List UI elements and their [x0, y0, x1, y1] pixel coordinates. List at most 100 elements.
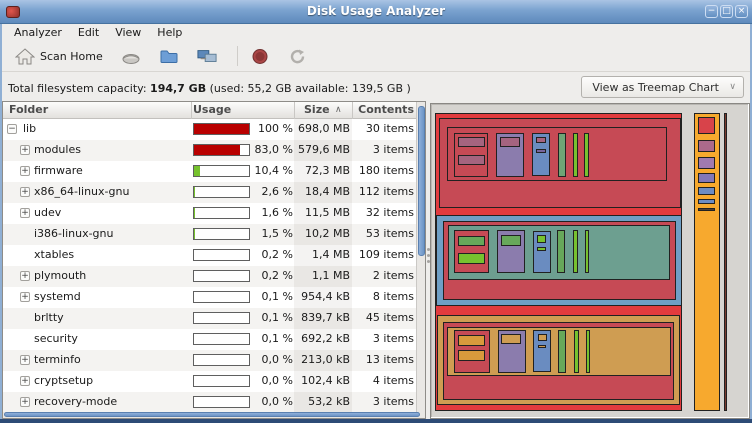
expand-icon[interactable]: + — [20, 397, 30, 407]
treemap-rect[interactable] — [538, 345, 546, 348]
usage-percent: 2,6 % — [249, 185, 293, 198]
horizontal-scrollbar-thumb[interactable] — [4, 412, 420, 417]
treemap-rect[interactable] — [558, 330, 566, 373]
treemap-rect[interactable] — [458, 155, 485, 165]
horizontal-scrollbar[interactable] — [3, 412, 425, 418]
treemap-rect[interactable] — [536, 137, 546, 143]
treemap-rect[interactable] — [557, 230, 565, 273]
treemap-rect[interactable] — [558, 133, 566, 177]
treemap-rect[interactable] — [538, 334, 547, 341]
stop-button[interactable] — [245, 46, 275, 67]
vertical-scrollbar-thumb[interactable] — [418, 106, 425, 256]
scan-remote-folder-icon — [197, 48, 217, 65]
usage-bar — [193, 396, 250, 408]
expand-icon[interactable]: + — [20, 376, 30, 386]
table-row-security[interactable]: security0,1 %692,2 kB3 items — [3, 329, 425, 350]
view-as-dropdown[interactable]: View as Treemap Chart ∨ — [581, 76, 744, 98]
treemap-rect[interactable] — [458, 253, 485, 264]
treemap-rect[interactable] — [698, 208, 715, 211]
expand-icon[interactable]: + — [20, 355, 30, 365]
treemap-rect[interactable] — [458, 137, 485, 147]
table-row-udev[interactable]: +udev1,6 %11,5 MB32 items — [3, 203, 425, 224]
size-value: 839,7 kB — [296, 311, 350, 324]
table-row-x86_64-linux-gnu[interactable]: +x86_64-linux-gnu2,6 %18,4 MB112 items — [3, 182, 425, 203]
treemap-rect[interactable] — [698, 117, 715, 134]
close-button[interactable]: × — [735, 5, 748, 18]
treemap-rect[interactable] — [698, 157, 715, 169]
expand-icon[interactable]: + — [20, 187, 30, 197]
table-row-xtables[interactable]: xtables0,2 %1,4 MB109 items — [3, 245, 425, 266]
collapse-icon[interactable]: − — [7, 124, 17, 134]
folder-name: terminfo — [34, 353, 81, 366]
refresh-icon — [288, 48, 308, 65]
contents-value: 32 items — [353, 206, 414, 219]
scan-filesystem-button[interactable] — [116, 46, 146, 67]
scan-folder-button[interactable] — [154, 46, 184, 67]
treemap-rect[interactable] — [574, 330, 579, 373]
table-row-i386-linux-gnu[interactable]: i386-linux-gnu1,5 %10,2 MB53 items — [3, 224, 425, 245]
contents-value: 8 items — [353, 290, 414, 303]
expand-icon[interactable]: + — [20, 292, 30, 302]
menu-help[interactable]: Help — [149, 25, 190, 40]
treemap-rect[interactable] — [500, 137, 520, 147]
header-size[interactable]: Size — [304, 103, 330, 116]
expand-icon[interactable]: + — [20, 271, 30, 281]
treemap-rect[interactable] — [698, 140, 715, 152]
toolbar: Scan Home — [2, 41, 750, 72]
folder-name: systemd — [34, 290, 81, 303]
treemap-rect[interactable] — [698, 199, 715, 204]
treemap-rect[interactable] — [724, 113, 727, 411]
folder-name: brltty — [34, 311, 64, 324]
treemap-rect[interactable] — [537, 247, 546, 251]
header-usage[interactable]: Usage — [193, 103, 231, 116]
treemap-rect[interactable] — [501, 334, 521, 344]
header-contents[interactable]: Contents — [355, 103, 414, 116]
vertical-scrollbar[interactable] — [416, 102, 425, 413]
treemap-rect[interactable] — [586, 330, 590, 373]
table-row-modules[interactable]: +modules83,0 %579,6 MB3 items — [3, 140, 425, 161]
size-value: 1,1 MB — [296, 269, 350, 282]
maximize-button[interactable]: □ — [720, 5, 733, 18]
menu-analyzer[interactable]: Analyzer — [6, 25, 70, 40]
treemap-rect[interactable] — [698, 187, 715, 195]
usage-bar-fill — [194, 208, 195, 218]
scan-remote-folder-button[interactable] — [192, 46, 222, 67]
treemap-rect[interactable] — [573, 133, 578, 177]
usage-bar-fill — [194, 166, 200, 176]
treemap-rect[interactable] — [573, 230, 578, 273]
size-value: 102,4 kB — [296, 374, 350, 387]
expand-icon[interactable]: + — [20, 208, 30, 218]
size-value: 1,4 MB — [296, 248, 350, 261]
table-row-brltty[interactable]: brltty0,1 %839,7 kB45 items — [3, 308, 425, 329]
table-row-recovery-mode[interactable]: +recovery-mode0,0 %53,2 kB3 items — [3, 392, 425, 413]
treemap-chart[interactable] — [433, 104, 749, 418]
treemap-rect[interactable] — [698, 173, 715, 183]
expand-icon[interactable]: + — [20, 166, 30, 176]
treemap-rect[interactable] — [501, 235, 521, 246]
table-row-systemd[interactable]: +systemd0,1 %954,4 kB8 items — [3, 287, 425, 308]
table-row-terminfo[interactable]: +terminfo0,0 %213,0 kB13 items — [3, 350, 425, 371]
treemap-rect[interactable] — [537, 235, 546, 243]
refresh-button[interactable] — [283, 46, 313, 67]
table-row-cryptsetup[interactable]: +cryptsetup0,0 %102,4 kB4 items — [3, 371, 425, 392]
minimize-button[interactable]: − — [705, 5, 718, 18]
treemap-rect[interactable] — [584, 133, 589, 177]
treemap-rect[interactable] — [458, 236, 485, 246]
header-folder[interactable]: Folder — [9, 103, 48, 116]
table-row-lib[interactable]: −lib100 %698,0 MB30 items — [3, 119, 425, 140]
table-row-plymouth[interactable]: +plymouth0,2 %1,1 MB2 items — [3, 266, 425, 287]
menu-edit[interactable]: Edit — [70, 25, 107, 40]
treemap-rect[interactable] — [458, 335, 485, 346]
usage-percent: 0,0 % — [249, 374, 293, 387]
size-value: 213,0 kB — [296, 353, 350, 366]
usage-bar — [193, 270, 250, 282]
treemap-rect[interactable] — [458, 350, 485, 361]
scan-home-button[interactable]: Scan Home — [10, 46, 108, 67]
treemap-rect[interactable] — [585, 230, 589, 273]
menubar: AnalyzerEditViewHelp — [2, 24, 750, 41]
table-row-firmware[interactable]: +firmware10,4 %72,3 MB180 items — [3, 161, 425, 182]
expand-icon[interactable]: + — [20, 145, 30, 155]
scan-folder-icon — [159, 48, 179, 65]
treemap-rect[interactable] — [536, 149, 546, 153]
menu-view[interactable]: View — [107, 25, 149, 40]
